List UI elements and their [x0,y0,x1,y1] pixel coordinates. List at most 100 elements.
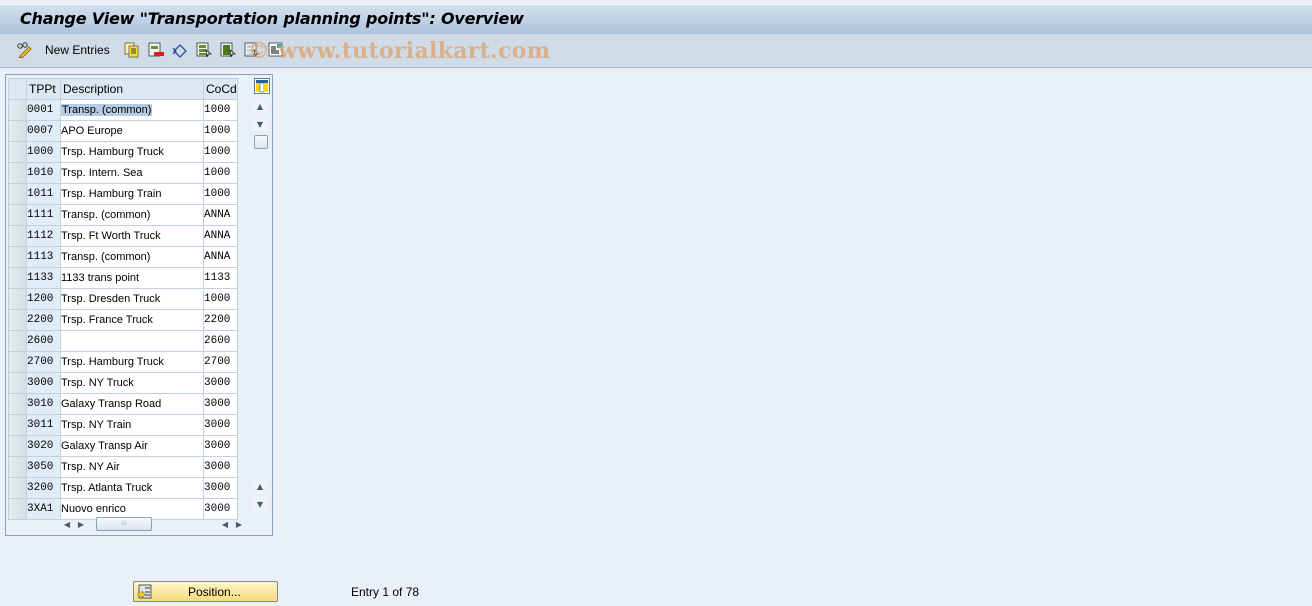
row-selector[interactable] [8,204,27,226]
undo-change-button[interactable] [172,41,188,59]
cell-description[interactable]: Trsp. Ft Worth Truck [60,225,204,247]
row-selector[interactable] [8,393,27,415]
horizontal-scrollbar[interactable]: ◀ ▶ ⁞⁞⁞ [60,516,152,532]
table-header-row: TPPt Description CoCd [8,78,238,100]
scroll-down-button[interactable]: ▼ [253,497,267,511]
row-selector[interactable] [8,246,27,268]
horizontal-scroll-thumb[interactable]: ⁞⁞⁞ [96,517,152,531]
scroll-up-button[interactable]: ▲ [253,479,267,493]
cell-cocd[interactable]: 2700 [203,351,238,373]
table-row: 1133 1133 trans point 1133 [8,267,238,289]
cell-description[interactable]: Trsp. Hamburg Truck [60,141,204,163]
row-selector[interactable] [8,288,27,310]
column-header-cocd[interactable]: CoCd [203,78,238,100]
cell-cocd[interactable]: ANNA [203,204,238,226]
cell-cocd[interactable]: 2200 [203,309,238,331]
row-selector[interactable] [8,351,27,373]
row-selector[interactable] [8,99,27,121]
vertical-scrollbar[interactable]: ▲ ▼ [253,99,269,149]
cell-cocd[interactable]: 1000 [203,120,238,142]
delete-icon [148,42,164,58]
cell-description[interactable]: Trsp. NY Train [60,414,204,436]
table-row: 2600 2600 [8,330,238,352]
transportation-points-table: TPPt Description CoCd 0001 Transp. (commo… [8,78,238,520]
cell-cocd[interactable]: 1000 [203,288,238,310]
column-header-description[interactable]: Description [60,78,204,100]
row-selector[interactable] [8,141,27,163]
triangle-right-icon: ▶ [235,519,243,529]
scroll-right-button[interactable]: ▶ [74,520,88,529]
cell-description[interactable]: Trsp. NY Truck [60,372,204,394]
cell-description[interactable]: Trsp. France Truck [60,309,204,331]
column-header-tppt[interactable]: TPPt [26,78,61,100]
scroll-right-button-2[interactable]: ▶ [232,520,246,529]
row-selector[interactable] [8,162,27,184]
horizontal-scrollbar-2[interactable]: ◀ ▶ [218,516,246,532]
cell-description[interactable]: Transp. (common) [60,246,204,268]
copy-as-button[interactable] [124,41,140,59]
select-block-button[interactable] [220,41,236,59]
table-settings-button[interactable] [254,78,270,94]
cell-description[interactable]: APO Europe [60,120,204,142]
cell-cocd[interactable]: 1000 [203,99,238,121]
row-selector[interactable] [8,120,27,142]
row-selector[interactable] [8,309,27,331]
row-selector[interactable] [8,477,27,499]
cell-description[interactable]: Galaxy Transp Air [60,435,204,457]
cell-cocd[interactable]: 3000 [203,414,238,436]
delete-button[interactable] [148,41,164,59]
table-row: 0001 Transp. (common) 1000 [8,99,238,121]
select-all-rows-header[interactable] [8,78,27,100]
row-selector[interactable] [8,372,27,394]
row-selector[interactable] [8,183,27,205]
cell-description[interactable] [60,330,204,352]
cell-description[interactable]: Transp. (common) [60,99,204,121]
cell-description[interactable]: 1133 trans point [60,267,204,289]
vertical-scrollbar-bottom[interactable]: ▲ ▼ [253,479,269,515]
cell-tppt: 1111 [26,204,61,226]
scroll-left-button-2[interactable]: ◀ [218,520,232,529]
select-all-button[interactable] [196,41,212,59]
scroll-page-up-button[interactable]: ▲ [253,99,267,113]
cell-description[interactable]: Trsp. NY Air [60,456,204,478]
row-selector[interactable] [8,225,27,247]
vertical-scroll-thumb[interactable] [254,135,268,149]
table-row: 0007 APO Europe 1000 [8,120,238,142]
cell-cocd[interactable]: 1000 [203,183,238,205]
row-selector[interactable] [8,456,27,478]
cell-cocd[interactable]: 3000 [203,393,238,415]
cell-cocd[interactable]: 2600 [203,330,238,352]
row-selector[interactable] [8,414,27,436]
cell-description[interactable]: Transp. (common) [60,204,204,226]
cell-cocd[interactable]: 3000 [203,435,238,457]
table-row: 3200 Trsp. Atlanta Truck 3000 [8,477,238,499]
row-selector[interactable] [8,498,27,520]
cell-cocd[interactable]: 1133 [203,267,238,289]
row-selector[interactable] [8,267,27,289]
cell-description[interactable]: Trsp. Atlanta Truck [60,477,204,499]
cell-cocd[interactable]: 1000 [203,141,238,163]
position-icon [137,584,152,602]
select-all-icon [196,42,212,58]
select-block-icon [220,42,236,58]
cell-cocd[interactable]: 3000 [203,456,238,478]
cell-cocd[interactable]: ANNA [203,246,238,268]
cell-description[interactable]: Trsp. Hamburg Train [60,183,204,205]
cell-description[interactable]: Trsp. Dresden Truck [60,288,204,310]
cell-cocd[interactable]: 1000 [203,162,238,184]
cell-cocd[interactable]: 3000 [203,372,238,394]
cell-description[interactable]: Trsp. Intern. Sea [60,162,204,184]
row-selector[interactable] [8,330,27,352]
cell-cocd[interactable]: 3000 [203,477,238,499]
cell-description[interactable]: Trsp. Hamburg Truck [60,351,204,373]
cell-cocd[interactable]: ANNA [203,225,238,247]
row-selector[interactable] [8,435,27,457]
cell-description[interactable]: Galaxy Transp Road [60,393,204,415]
cell-tppt: 2200 [26,309,61,331]
new-entries-button[interactable]: New Entries [45,43,110,57]
scroll-left-button[interactable]: ◀ [60,520,74,529]
selected-text[interactable]: Transp. (common) [61,104,153,116]
display-change-button[interactable]: New Entries [16,41,110,59]
scroll-page-down-button[interactable]: ▼ [253,117,267,131]
position-button[interactable]: Position... [133,581,278,602]
